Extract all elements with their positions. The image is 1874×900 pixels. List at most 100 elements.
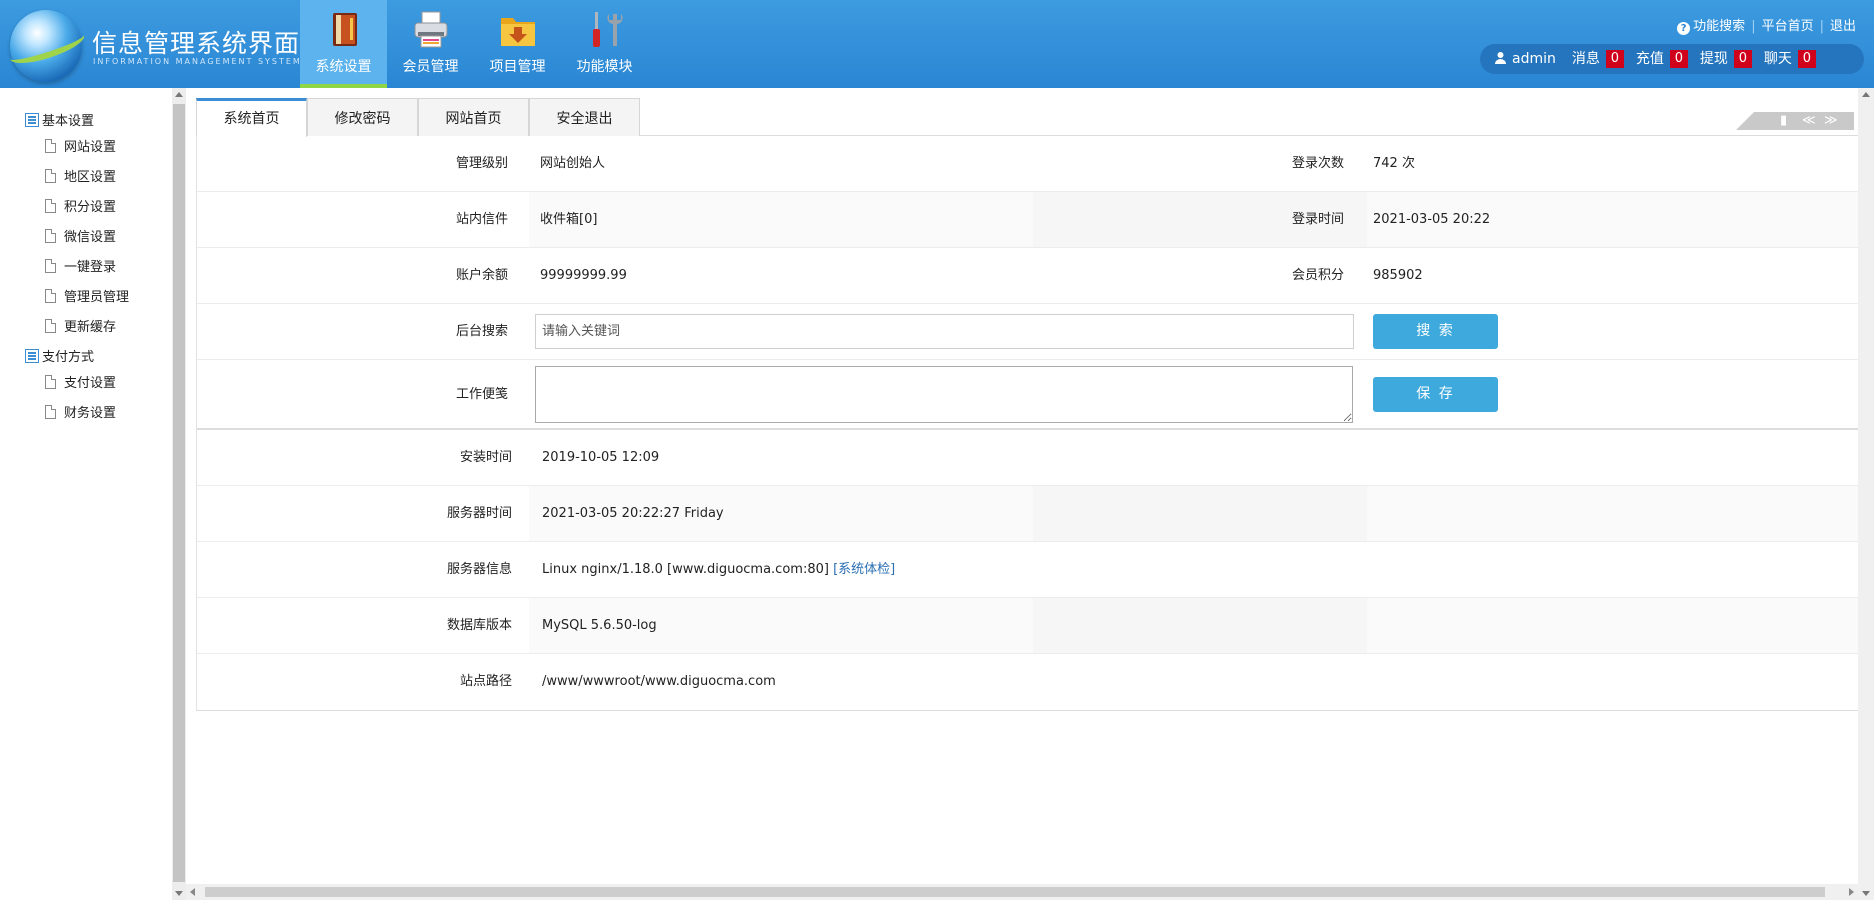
- sidebar-item-payment-settings[interactable]: 支付设置: [45, 372, 116, 391]
- scrollbar-thumb[interactable]: [173, 104, 185, 882]
- tabs-bar: 系统首页 修改密码 网站首页 安全退出 ▮ ≪ ≫: [196, 98, 1858, 137]
- help-icon: ?: [1677, 22, 1691, 35]
- search-button[interactable]: 搜 索: [1373, 314, 1498, 349]
- sidebar-item-label: 微信设置: [64, 230, 117, 245]
- withdraw-count-badge: 0: [1733, 50, 1752, 68]
- sidebar-item-one-click-login[interactable]: 一键登录: [45, 256, 116, 275]
- sidebar-item-label: 管理员管理: [64, 290, 130, 305]
- sidebar-item-admin-management[interactable]: 管理员管理: [45, 286, 129, 305]
- function-search-link[interactable]: 功能搜索: [1693, 19, 1745, 34]
- sidebar-item-site-settings[interactable]: 网站设置: [45, 136, 116, 155]
- nav-label: 项目管理: [489, 59, 546, 75]
- username[interactable]: admin: [1512, 51, 1556, 67]
- table-row: 工作便笺 保 存: [197, 360, 1858, 430]
- table-row: 站点路径 /www/wwwroot/www.diguocma.com: [197, 654, 1858, 710]
- table-row: 后台搜索 搜 索: [197, 304, 1858, 360]
- scroll-down-arrow-icon[interactable]: [175, 891, 183, 896]
- server-info-text: Linux nginx/1.18.0 [www.diguocma.com:80]: [542, 562, 829, 577]
- sidebar-item-update-cache[interactable]: 更新缓存: [45, 316, 116, 335]
- site-path-label: 站点路径: [459, 674, 512, 689]
- sidebar-item-wechat-settings[interactable]: 微信设置: [45, 226, 116, 245]
- search-input[interactable]: [535, 314, 1354, 349]
- sidebar-group-label: 基本设置: [42, 114, 95, 129]
- sidebar-group-payment-methods[interactable]: 支付方式: [25, 346, 94, 365]
- tab-site-home[interactable]: 网站首页: [418, 98, 529, 136]
- page-icon: [45, 259, 56, 273]
- scroll-right-icon[interactable]: ≫: [1824, 112, 1838, 129]
- site-path-value: /www/wwwroot/www.diguocma.com: [542, 674, 776, 689]
- system-check-link[interactable]: [系统体检]: [833, 562, 895, 577]
- memo-textarea[interactable]: [535, 366, 1353, 423]
- tab-safe-logout[interactable]: 安全退出: [529, 98, 640, 136]
- page-icon: [45, 375, 56, 389]
- nav-label: 会员管理: [402, 59, 459, 75]
- nav-system-settings[interactable]: 系统设置: [300, 0, 387, 88]
- recharge-label[interactable]: 充值: [1636, 51, 1664, 67]
- member-points-label: 会员积分: [1291, 268, 1344, 283]
- page-icon: [45, 229, 56, 243]
- login-count-value: 742 次: [1373, 156, 1415, 171]
- sidebar-item-region-settings[interactable]: 地区设置: [45, 166, 116, 185]
- scroll-up-arrow-icon[interactable]: [1862, 92, 1870, 97]
- folder-icon: [501, 18, 535, 46]
- sidebar-item-label: 支付设置: [64, 376, 117, 391]
- scrollbar-thumb[interactable]: [205, 887, 1825, 897]
- nav-function-modules[interactable]: 功能模块: [561, 0, 648, 88]
- scroll-up-arrow-icon[interactable]: [175, 92, 183, 97]
- logout-link[interactable]: 退出: [1830, 19, 1856, 34]
- save-button[interactable]: 保 存: [1373, 377, 1498, 412]
- sidebar-item-label: 地区设置: [64, 170, 117, 185]
- main-vertical-scrollbar[interactable]: [1858, 88, 1874, 900]
- search-label: 后台搜索: [455, 324, 508, 339]
- memo-label: 工作便笺: [455, 387, 508, 402]
- login-time-value: 2021-03-05 20:22: [1373, 212, 1491, 227]
- table-row: 数据库版本 MySQL 5.6.50-log: [197, 598, 1858, 654]
- nav-member-management[interactable]: 会员管理: [387, 0, 474, 88]
- book-icon: [333, 13, 357, 46]
- bookmark-icon[interactable]: ▮: [1780, 112, 1787, 129]
- server-time-label: 服务器时间: [446, 506, 512, 521]
- server-info-value: Linux nginx/1.18.0 [www.diguocma.com:80]…: [542, 542, 895, 598]
- withdraw-label[interactable]: 提现: [1700, 51, 1728, 67]
- nav-label: 功能模块: [576, 59, 633, 75]
- tab-tools: ▮ ≪ ≫: [1736, 112, 1854, 130]
- page-icon: [45, 169, 56, 183]
- scroll-left-arrow-icon[interactable]: [190, 888, 195, 896]
- chat-count-badge: 0: [1797, 50, 1816, 68]
- nav-label: 系统设置: [315, 59, 372, 75]
- list-icon: [25, 113, 39, 127]
- app-subtitle: INFORMATION MANAGEMENT SYSTEM GUI: [93, 57, 327, 66]
- inbox-value[interactable]: 收件箱[0]: [540, 192, 597, 248]
- table-row: 管理级别 网站创始人 登录次数 742 次: [197, 136, 1858, 192]
- messages-label[interactable]: 消息: [1572, 51, 1600, 67]
- tab-change-password[interactable]: 修改密码: [307, 98, 418, 136]
- chat-label[interactable]: 聊天: [1764, 51, 1792, 67]
- table-row: 服务器时间 2021-03-05 20:22:27 Friday: [197, 486, 1858, 542]
- platform-home-link[interactable]: 平台首页: [1762, 19, 1814, 34]
- table-row: 服务器信息 Linux nginx/1.18.0 [www.diguocma.c…: [197, 542, 1858, 598]
- page-icon: [45, 289, 56, 303]
- app-title: 信息管理系统界面: [92, 29, 301, 58]
- page-icon: [45, 199, 56, 213]
- member-points-value: 985902: [1373, 268, 1423, 283]
- admin-level-label: 管理级别: [455, 156, 508, 171]
- table-row: 站内信件 收件箱[0] 登录时间 2021-03-05 20:22: [197, 192, 1858, 248]
- sidebar-group-basic-settings[interactable]: 基本设置: [25, 110, 94, 129]
- tab-system-home[interactable]: 系统首页: [196, 98, 307, 137]
- balance-value: 99999999.99: [540, 268, 627, 283]
- sidebar-item-label: 积分设置: [64, 200, 117, 215]
- sidebar-group-label: 支付方式: [42, 350, 95, 365]
- table-row: 安装时间 2019-10-05 12:09: [197, 430, 1858, 486]
- main-content: 系统首页 修改密码 网站首页 安全退出 ▮ ≪ ≫ 管理级别 网站创始人 登录次…: [196, 98, 1858, 711]
- nav-project-management[interactable]: 项目管理: [474, 0, 561, 88]
- top-header: 信息管理系统界面 INFORMATION MANAGEMENT SYSTEM G…: [0, 0, 1874, 88]
- sidebar-item-points-settings[interactable]: 积分设置: [45, 196, 116, 215]
- sidebar-scrollbar[interactable]: [172, 88, 186, 900]
- main-horizontal-scrollbar[interactable]: [186, 884, 1858, 900]
- sidebar-item-finance-settings[interactable]: 财务设置: [45, 402, 116, 421]
- divider: |: [1819, 19, 1824, 34]
- scroll-left-icon[interactable]: ≪: [1802, 112, 1816, 129]
- page-icon: [45, 405, 56, 419]
- scroll-right-arrow-icon[interactable]: [1849, 888, 1854, 896]
- scroll-down-arrow-icon[interactable]: [1862, 891, 1870, 896]
